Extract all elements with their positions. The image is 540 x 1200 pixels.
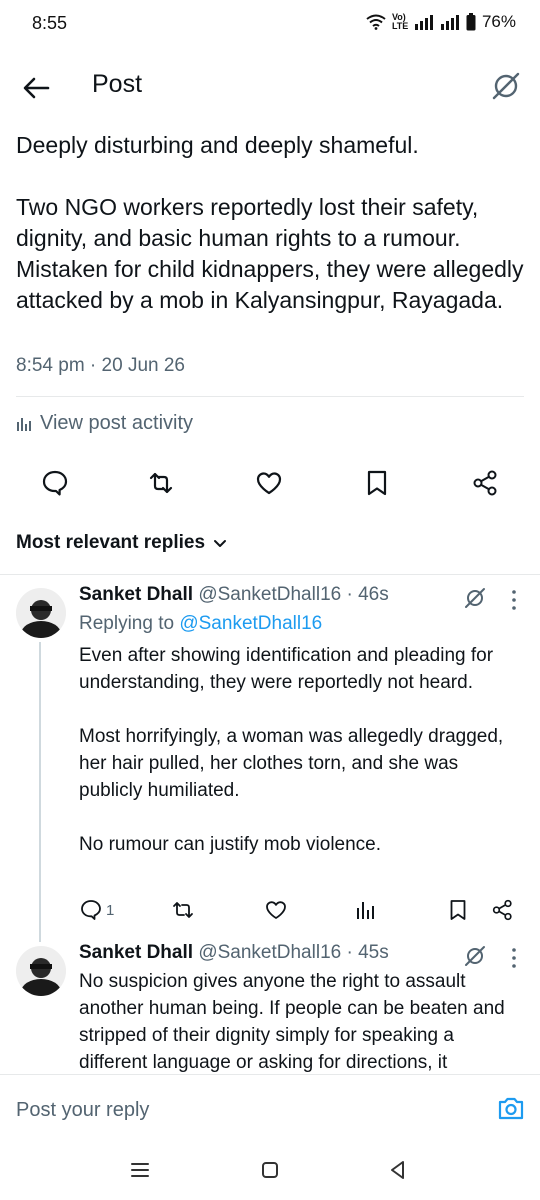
reply-text: Even after showing identification and pl… bbox=[79, 645, 504, 855]
reply-text: No suspicion gives anyone the right to a… bbox=[79, 971, 505, 1073]
replying-to: Replying to @SanketDhall16 bbox=[79, 613, 322, 635]
grok-icon[interactable] bbox=[463, 586, 487, 610]
replies-sort-label: Most relevant replies bbox=[16, 532, 206, 553]
status-bar: 8:55 Vo) LTE 76% bbox=[0, 0, 540, 48]
reply-author-name: Sanket Dhall bbox=[79, 584, 194, 605]
reply-handle: @SanketDhall16 · 45s bbox=[198, 942, 389, 963]
bar-chart-icon bbox=[17, 417, 31, 431]
reply-input-placeholder[interactable]: Post your reply bbox=[16, 1099, 149, 1122]
signal-icon bbox=[414, 15, 433, 30]
home-icon[interactable] bbox=[258, 1158, 282, 1182]
post-timestamp: 8:54 pm · 20 Jun 26 bbox=[16, 355, 185, 376]
grok-icon[interactable] bbox=[488, 68, 524, 104]
status-time: 8:55 bbox=[32, 13, 68, 33]
more-icon[interactable] bbox=[508, 946, 520, 970]
comment-icon[interactable] bbox=[40, 468, 70, 498]
avatar[interactable] bbox=[16, 946, 66, 996]
share-icon[interactable] bbox=[470, 468, 500, 498]
battery-icon bbox=[466, 13, 476, 31]
chevron-down-icon bbox=[214, 540, 227, 547]
bookmark-icon[interactable] bbox=[362, 468, 392, 498]
like-icon[interactable] bbox=[254, 468, 284, 498]
repost-icon[interactable] bbox=[171, 898, 195, 922]
grok-icon[interactable] bbox=[463, 944, 487, 968]
repost-icon[interactable] bbox=[146, 468, 176, 498]
reply-handle: @SanketDhall16 · 46s bbox=[198, 584, 389, 605]
back-arrow-icon[interactable] bbox=[18, 70, 54, 106]
reply-author[interactable]: Sanket Dhall @SanketDhall16 · 46s bbox=[79, 584, 389, 606]
more-icon[interactable] bbox=[508, 588, 520, 612]
avatar-photo bbox=[16, 946, 66, 996]
bar-chart-icon[interactable] bbox=[354, 898, 378, 922]
battery-percent: 76% bbox=[481, 12, 516, 31]
replies-sort[interactable]: Most relevant replies bbox=[16, 532, 229, 554]
reply-actions: 1 bbox=[0, 896, 540, 926]
status-icons: Vo) LTE 76% bbox=[366, 12, 516, 32]
post-text: Deeply disturbing and deeply shameful. T… bbox=[16, 132, 524, 313]
share-icon[interactable] bbox=[490, 898, 514, 922]
camera-icon[interactable] bbox=[496, 1093, 526, 1123]
divider bbox=[0, 574, 540, 575]
view-post-activity[interactable]: View post activity bbox=[16, 412, 193, 435]
reply-author[interactable]: Sanket Dhall @SanketDhall16 · 45s bbox=[79, 942, 389, 964]
wifi-icon bbox=[366, 14, 386, 30]
reply-author-name: Sanket Dhall bbox=[79, 942, 194, 963]
recents-icon[interactable] bbox=[128, 1158, 152, 1182]
like-icon[interactable] bbox=[264, 898, 288, 922]
network-label: Vo) LTE bbox=[391, 12, 409, 31]
signal-icon-2 bbox=[440, 15, 459, 30]
post-actions bbox=[0, 462, 540, 504]
bookmark-icon[interactable] bbox=[446, 898, 470, 922]
view-post-activity-label: View post activity bbox=[40, 412, 194, 434]
top-bar: Post bbox=[0, 48, 540, 124]
comment-icon[interactable] bbox=[79, 898, 103, 922]
reply-count: 1 bbox=[106, 902, 115, 919]
replying-to-handle[interactable]: @SanketDhall16 bbox=[179, 613, 322, 634]
avatar-photo bbox=[16, 588, 66, 638]
system-nav-bar bbox=[0, 1142, 540, 1200]
replying-prefix: Replying to bbox=[79, 613, 180, 634]
divider bbox=[16, 396, 524, 397]
reply-composer[interactable]: Post your reply bbox=[0, 1074, 540, 1143]
back-nav-icon[interactable] bbox=[386, 1158, 410, 1182]
avatar[interactable] bbox=[16, 588, 66, 638]
page-title: Post bbox=[92, 70, 143, 98]
